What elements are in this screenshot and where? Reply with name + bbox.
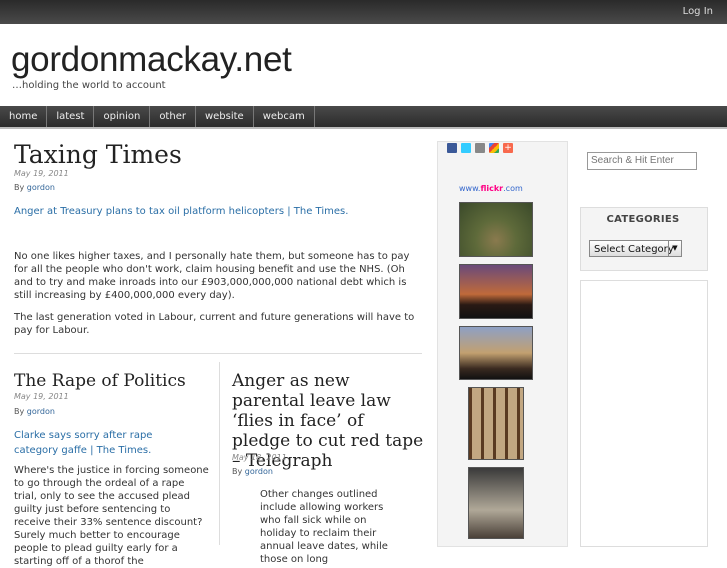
nav-item-latest[interactable]: latest (47, 106, 95, 127)
google-icon[interactable] (489, 143, 499, 153)
nav-item-webcam[interactable]: webcam (254, 106, 315, 127)
site-tagline: …holding the world to account (12, 80, 166, 91)
category-select-value: Select Category (594, 244, 674, 255)
post-paragraph: The last generation voted in Labour, cur… (14, 312, 415, 336)
main-nav: home latest opinion other website webcam (0, 106, 727, 129)
flickr-brand: flickr (480, 184, 504, 193)
login-link[interactable]: Log In (683, 6, 713, 17)
facebook-icon[interactable] (447, 143, 457, 153)
flickr-photo[interactable] (459, 202, 533, 257)
flickr-photo[interactable] (459, 264, 533, 319)
twitter-icon[interactable] (461, 143, 471, 153)
post-quote: Other changes outlined include allowing … (260, 489, 388, 565)
flickr-photo[interactable] (468, 387, 524, 460)
category-select[interactable]: Select Category ▼ (589, 240, 682, 257)
post-title-taxing-times[interactable]: Taxing Times (14, 140, 182, 169)
byline-prefix: By (14, 407, 25, 416)
post-title-rape-of-politics[interactable]: The Rape of Politics (14, 371, 186, 391)
print-icon[interactable] (475, 143, 485, 153)
flickr-photo[interactable] (459, 326, 533, 380)
post-date: May 19, 2011 (14, 169, 69, 178)
flickr-suffix: .com (503, 184, 523, 193)
article-link-clarke[interactable]: Clarke says sorry after rape category ga… (14, 428, 194, 458)
addthis-icon[interactable]: + (503, 143, 513, 153)
flickr-photo[interactable] (468, 467, 524, 539)
site-title[interactable]: gordonmackay.net (11, 40, 292, 80)
byline-prefix: By (232, 467, 243, 476)
post-date: May 19, 2011 (14, 392, 69, 401)
chevron-down-icon[interactable]: ▼ (668, 241, 681, 256)
byline-prefix: By (14, 183, 25, 192)
search-input[interactable] (587, 152, 697, 170)
column-divider (219, 362, 220, 545)
categories-title: CATEGORIES (606, 214, 680, 225)
author-link[interactable]: gordon (245, 467, 273, 476)
share-toolbar: + (445, 141, 566, 165)
nav-item-home[interactable]: home (0, 106, 48, 127)
article-link-times[interactable]: Anger at Treasury plans to tax oil platf… (14, 204, 414, 219)
post-byline: By gordon (14, 183, 55, 192)
post-date: May 18, 2011 (232, 453, 287, 462)
nav-item-other[interactable]: other (150, 106, 196, 127)
author-link[interactable]: gordon (27, 183, 55, 192)
flickr-prefix: www. (459, 184, 481, 193)
flickr-link[interactable]: www.flickr.com (459, 184, 523, 193)
post-paragraph: No one likes higher taxes, and I persona… (14, 251, 410, 301)
author-link[interactable]: gordon (27, 407, 55, 416)
nav-item-opinion[interactable]: opinion (94, 106, 151, 127)
top-bar: Log In (0, 0, 727, 24)
nav-item-website[interactable]: website (196, 106, 254, 127)
post-byline: By gordon (14, 407, 55, 416)
sidebar-widget-empty (580, 280, 708, 547)
site-header: gordonmackay.net …holding the world to a… (0, 24, 727, 106)
divider (14, 353, 422, 354)
post-paragraph: Where's the justice in forcing someone t… (14, 465, 209, 567)
post-byline: By gordon (232, 467, 273, 476)
